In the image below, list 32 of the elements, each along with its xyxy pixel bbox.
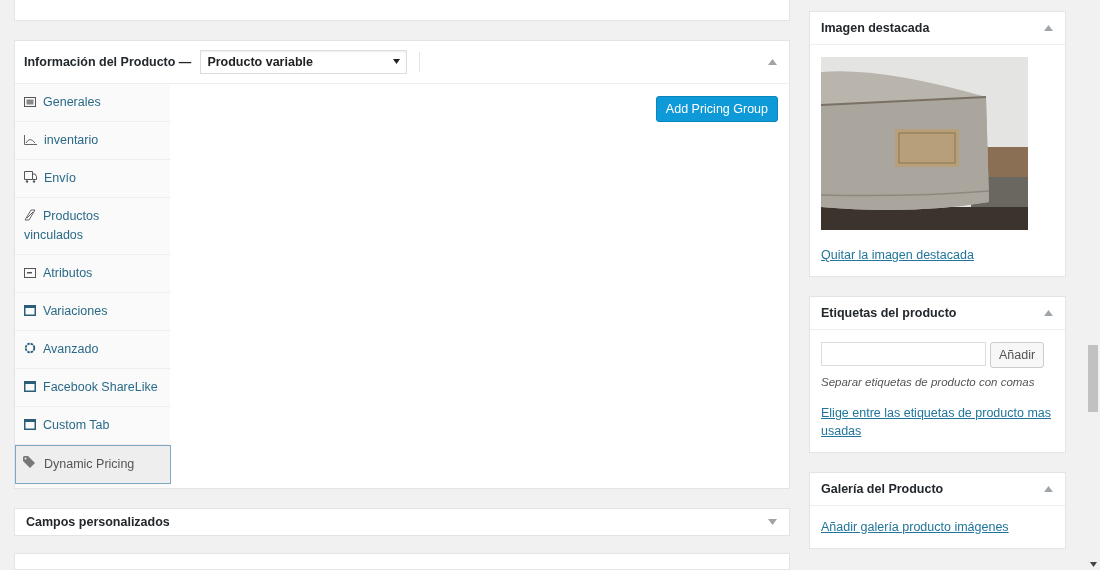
collapse-arrow-icon[interactable]: [768, 58, 777, 65]
scroll-down-icon[interactable]: [1090, 562, 1097, 567]
panel-title: Etiquetas del producto: [821, 306, 957, 320]
add-button[interactable]: Añadir: [990, 342, 1045, 368]
dropdown-arrow-icon: [393, 59, 401, 65]
remove-image-link[interactable]: Quitar la imagen destacada: [821, 246, 974, 264]
add-pricing-group-button[interactable]: Add Pricing Group: [655, 95, 778, 122]
link-icon: [24, 208, 36, 221]
collapse-arrow-icon[interactable]: [1044, 310, 1053, 316]
window-icon: [24, 304, 36, 316]
panel-title: Información del Producto —: [24, 54, 192, 69]
collapse-arrow-icon[interactable]: [1044, 25, 1053, 31]
truck-icon: [24, 170, 37, 183]
gear-icon: [24, 341, 36, 354]
panel-title: Campos personalizados: [26, 514, 170, 529]
hint-text: Separar etiquetas de producto con comas: [821, 376, 1035, 388]
tag-input-field[interactable]: [821, 342, 986, 366]
sidebar-tab[interactable]: Dynamic Pricing: [15, 444, 171, 484]
list-icon: [24, 96, 36, 107]
chart-icon: [24, 134, 37, 145]
add-gallery-link[interactable]: Añadir galería producto imágenes: [821, 518, 1009, 536]
window-icon: [24, 380, 36, 392]
window-icon: [24, 418, 36, 430]
tag-icon: [23, 455, 37, 469]
scrollbar-thumb[interactable]: [1088, 345, 1098, 412]
popular-tags-link[interactable]: Elige entre las etiquetas de producto mas usadas: [821, 404, 1054, 440]
expand-arrow-icon[interactable]: [768, 518, 777, 525]
collapse-arrow-icon[interactable]: [1044, 486, 1053, 492]
product-type-select[interactable]: Producto variable: [200, 49, 408, 74]
attributes-icon: [24, 267, 36, 278]
panel-title: Galería del Producto: [821, 482, 944, 496]
panel-title: Imagen destacada: [821, 21, 930, 35]
